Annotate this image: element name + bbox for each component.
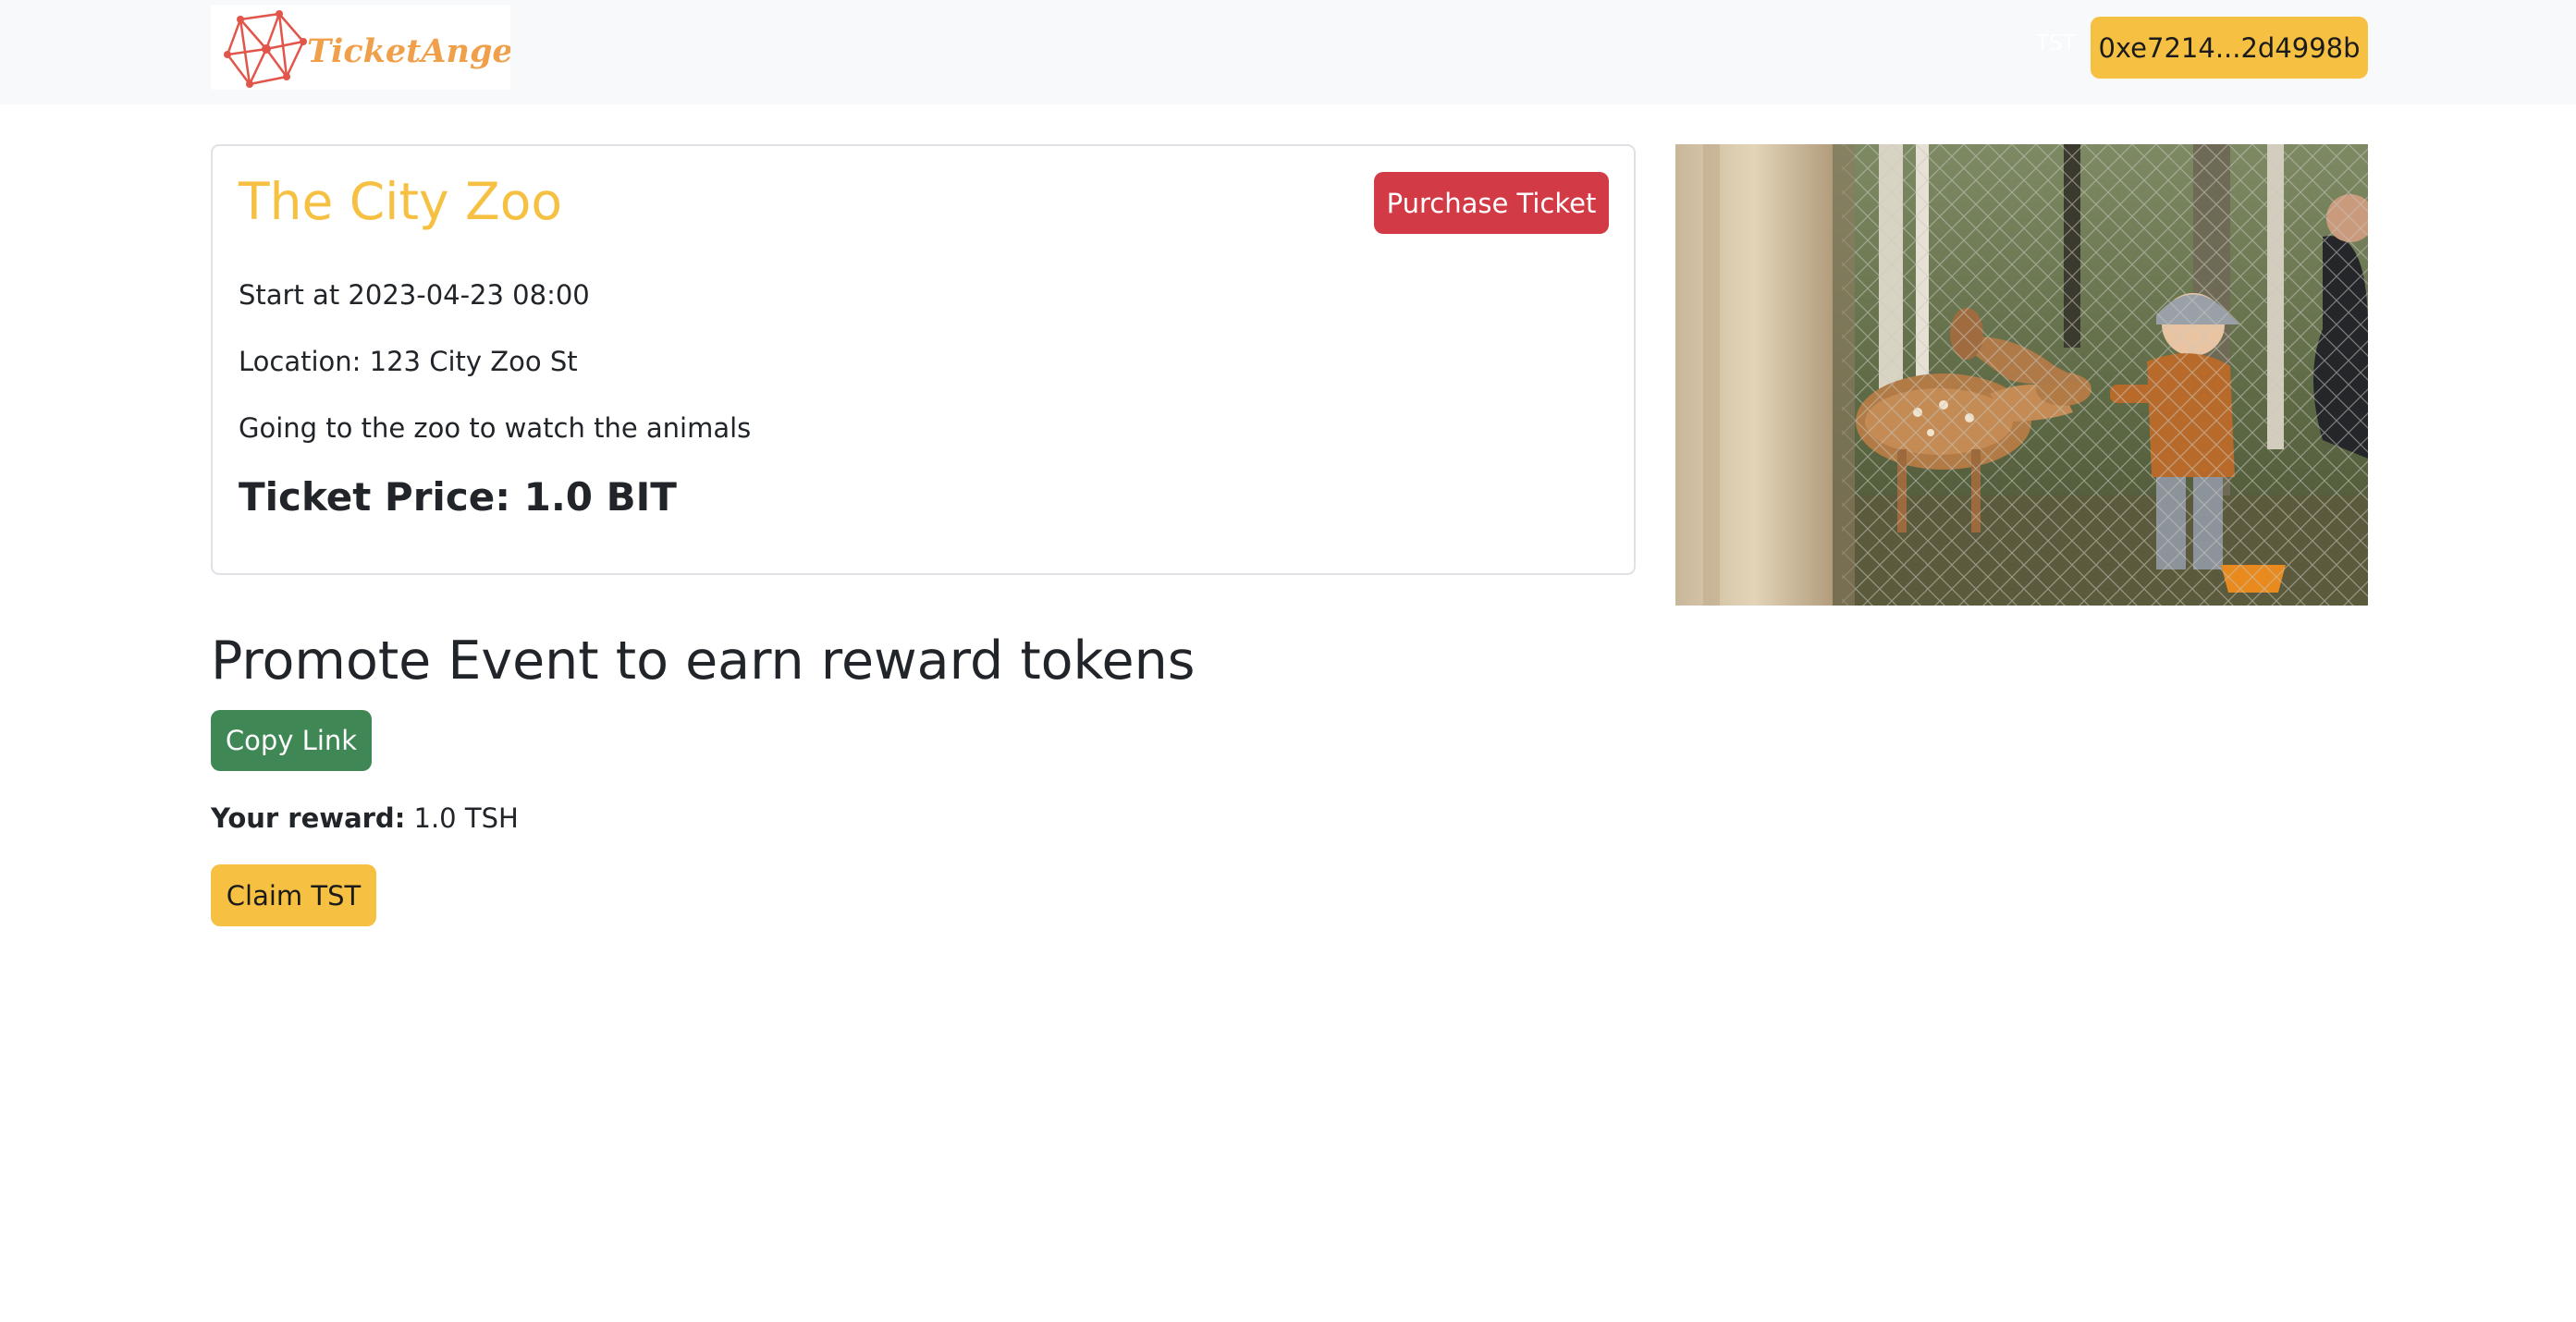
event-title: The City Zoo [239,172,563,231]
ticket-price: Ticket Price: 1.0 BIT [239,474,677,520]
event-description: Going to the zoo to watch the animals [239,412,752,444]
event-start-time: Start at 2023-04-23 08:00 [239,279,590,311]
reward-label: Your reward: [211,802,406,834]
copy-link-button[interactable]: Copy Link [211,710,372,771]
promote-heading: Promote Event to earn reward tokens [211,630,1196,692]
wallet-address-button[interactable]: 0xe7214...2d4998b [2091,17,2368,79]
event-location: Location: 123 City Zoo St [239,346,578,377]
event-card: The City Zoo Purchase Ticket Start at 20… [211,144,1636,575]
network-logo-icon [224,10,307,88]
navbar: TicketAngel TST 0xe7214...2d4998b [0,0,2576,104]
ticketangel-logo[interactable]: TicketAngel [211,5,510,90]
zoo-photo-illustration [1675,144,2368,606]
logo-text: TicketAngel [307,32,510,70]
reward-value: 1.0 TSH [405,802,519,834]
event-image [1675,144,2368,606]
claim-tst-button[interactable]: Claim TST [211,864,376,926]
reward-line: Your reward: 1.0 TSH [211,802,519,834]
purchase-ticket-button[interactable]: Purchase Ticket [1374,172,1609,234]
token-symbol: TST [2036,31,2076,55]
